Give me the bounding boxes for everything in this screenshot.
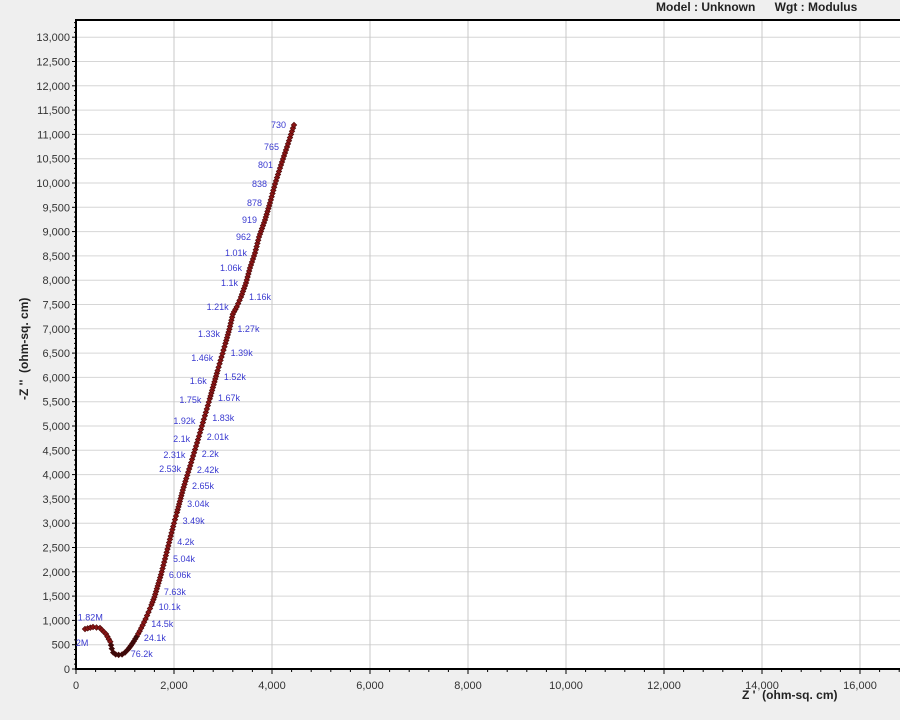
- y-tick-label: 1,000: [42, 615, 70, 627]
- frequency-label: 2.42k: [197, 465, 220, 475]
- y-tick-label: 9,000: [42, 227, 70, 239]
- y-axis-title: -Z '' (ohm-sq. cm): [17, 298, 31, 400]
- frequency-label: 1.27k: [237, 324, 260, 334]
- y-tick-label: 8,500: [42, 251, 70, 263]
- frequency-label: 878: [247, 198, 262, 208]
- x-tick-label: 16,000: [843, 680, 877, 692]
- frequency-label: 1.75k: [179, 395, 202, 405]
- y-tick-label: 6,000: [42, 372, 70, 384]
- frequency-label: 5.04k: [173, 554, 196, 564]
- frequency-label: 1.06k: [220, 263, 243, 273]
- frequency-label: 1.52k: [224, 372, 247, 382]
- x-tick-label: 4,000: [258, 680, 286, 692]
- frequency-label: 1.33k: [198, 329, 221, 339]
- frequency-label: 1.67k: [218, 393, 241, 403]
- frequency-label: 7.63k: [164, 587, 187, 597]
- x-tick-label: 0: [73, 680, 79, 692]
- frequency-label: 1.1k: [221, 278, 239, 288]
- frequency-label: 838: [252, 179, 267, 189]
- frequency-label: 14.5k: [151, 619, 174, 629]
- frequency-label: 1.82M: [78, 612, 103, 622]
- frequency-label: 6.06k: [169, 570, 192, 580]
- x-tick-label: 8,000: [454, 680, 482, 692]
- y-tick-label: 7,500: [42, 300, 70, 312]
- frequency-label: 2.1k: [173, 434, 191, 444]
- frequency-label: 1.83k: [212, 413, 235, 423]
- y-tick-label: 0: [64, 664, 70, 676]
- nyquist-plot: 0 500 1,000 1,500 2,000 2,500 3,000 3,500 4,000 4…: [17, 19, 900, 702]
- y-tick-label: 3,500: [42, 494, 70, 506]
- frequency-label: 2M: [76, 638, 89, 648]
- y-tick-label: 7,000: [42, 324, 70, 336]
- x-tick-label: 10,000: [549, 680, 583, 692]
- y-tick-label: 6,500: [42, 348, 70, 360]
- x-tick-label: 2,000: [160, 680, 188, 692]
- frequency-label: 1.01k: [225, 248, 248, 258]
- y-tick-label: 5,000: [42, 421, 70, 433]
- frequency-label: 1.92k: [173, 416, 196, 426]
- frequency-label: 4.2k: [177, 537, 195, 547]
- frequency-label: 2.2k: [202, 449, 220, 459]
- frequency-label: 765: [264, 142, 279, 152]
- y-tick-label: 4,000: [42, 470, 70, 482]
- x-axis-title: Z ' (ohm-sq. cm): [742, 688, 838, 702]
- frequency-label: 2.53k: [159, 464, 182, 474]
- frequency-label: 3.04k: [187, 499, 210, 509]
- y-tick-label: 10,500: [36, 154, 70, 166]
- frequency-label: 2.31k: [163, 450, 186, 460]
- frequency-label: 3.49k: [183, 516, 206, 526]
- y-tick-label: 12,500: [36, 57, 70, 69]
- y-tick-label: 13,000: [36, 32, 70, 44]
- frequency-label: 1.16k: [249, 292, 272, 302]
- frequency-label: 2.01k: [207, 432, 230, 442]
- y-tick-label: 12,000: [36, 81, 70, 93]
- frequency-label: 919: [242, 215, 257, 225]
- frequency-label: 1.21k: [207, 302, 230, 312]
- frequency-label: 1.6k: [190, 376, 208, 386]
- frequency-label: 76.2k: [131, 649, 154, 659]
- y-tick-label: 1,500: [42, 591, 70, 603]
- frequency-label: 962: [236, 232, 251, 242]
- frequency-label: 801: [258, 160, 273, 170]
- y-tick-label: 2,000: [42, 567, 70, 579]
- y-tick-label: 9,500: [42, 202, 70, 214]
- frequency-label: 10.1k: [159, 602, 182, 612]
- y-tick-label: 8,000: [42, 275, 70, 287]
- y-tick-label: 11,000: [37, 129, 70, 141]
- frequency-label: 1.46k: [191, 353, 214, 363]
- y-tick-label: 11,500: [37, 105, 70, 117]
- frequency-label: 1.39k: [231, 348, 254, 358]
- y-tick-label: 5,500: [42, 397, 70, 409]
- y-tick-label: 10,000: [36, 178, 70, 190]
- frequency-label: 24.1k: [144, 633, 167, 643]
- y-tick-label: 3,000: [42, 518, 70, 530]
- frequency-label: 730: [271, 120, 286, 130]
- y-tick-label: 2,500: [42, 543, 70, 555]
- x-tick-label: 12,000: [647, 680, 681, 692]
- y-tick-label: 500: [52, 640, 70, 652]
- frequency-label: 2.65k: [192, 481, 215, 491]
- y-tick-label: 4,500: [42, 445, 70, 457]
- x-tick-label: 6,000: [356, 680, 384, 692]
